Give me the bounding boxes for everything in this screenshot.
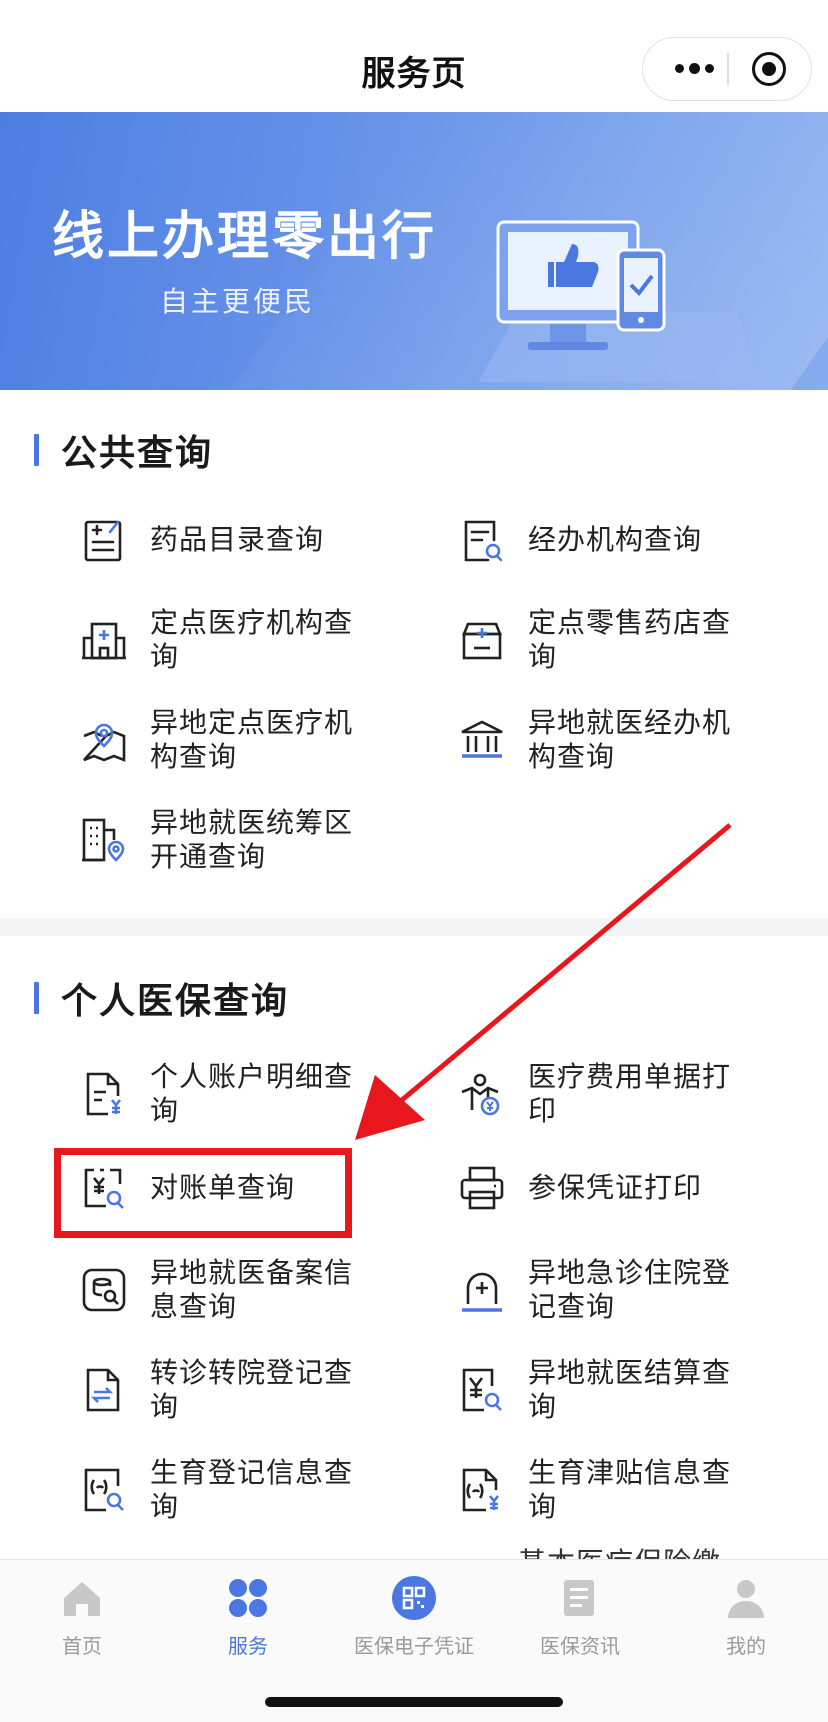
close-miniprogram-icon[interactable]	[752, 52, 786, 86]
qr-code-icon	[392, 1576, 436, 1620]
computer-thumbs-up-illustration	[478, 220, 758, 382]
tab-home[interactable]: 首页	[12, 1576, 152, 1659]
account-detail-icon	[86, 1072, 122, 1116]
red-arrow-annotation	[355, 823, 732, 1140]
agency-search-icon	[464, 520, 503, 562]
news-icon	[564, 1580, 594, 1616]
tab-service[interactable]: 服务	[178, 1576, 318, 1659]
remote-medical-record-query-item[interactable]: 异地就医备案信息查询	[80, 1256, 364, 1324]
hospital-icon	[82, 622, 126, 660]
pharmacy-icon	[462, 622, 502, 660]
maternity-registration-query-item[interactable]: 生育登记信息查询	[80, 1456, 364, 1524]
emergency-icon	[462, 1272, 502, 1312]
maternity-registration-icon	[84, 1468, 124, 1512]
section-title-public-query: 公共查询	[34, 430, 213, 474]
map-location-icon	[83, 723, 126, 762]
printer-icon	[460, 1166, 504, 1210]
remote-emergency-registration-query-item[interactable]: 异地急诊住院登记查询	[458, 1256, 742, 1324]
insurance-certificate-print-item[interactable]: 参保凭证打印	[458, 1164, 742, 1212]
remote-designated-hospital-query-item[interactable]: 异地定点医疗机构查询	[80, 706, 364, 774]
miniprogram-capsule	[642, 37, 812, 101]
user-icon	[728, 1580, 764, 1618]
drug-catalog-query-item[interactable]: 药品目录查询	[80, 516, 364, 564]
designated-pharmacy-query-item[interactable]: 定点零售药店查询	[458, 606, 742, 674]
remote-agency-query-item[interactable]: 异地就医经办机构查询	[458, 706, 742, 774]
home-indicator	[265, 1697, 563, 1707]
tab-e-certificate[interactable]: 医保电子凭证	[344, 1576, 484, 1659]
maternity-allowance-icon	[462, 1468, 500, 1512]
capsule-divider	[727, 53, 729, 85]
agency-query-item[interactable]: 经办机构查询	[458, 516, 742, 564]
settlement-icon	[462, 1368, 502, 1412]
banner-title: 线上办理零出行	[52, 207, 438, 267]
more-options-icon[interactable]	[663, 38, 725, 99]
designated-hospital-query-item[interactable]: 定点医疗机构查询	[80, 606, 364, 674]
home-icon	[64, 1582, 100, 1616]
navigation-bar: 服务页	[0, 0, 828, 112]
section-title-personal-query: 个人医保查询	[34, 978, 289, 1022]
transfer-icon	[86, 1368, 120, 1412]
account-detail-query-item[interactable]: 个人账户明细查询	[80, 1060, 364, 1128]
remote-pooling-area-query-item[interactable]: 异地就医统筹区开通查询	[80, 806, 364, 874]
institution-icon	[461, 720, 503, 758]
record-info-icon	[82, 1268, 126, 1312]
promo-banner[interactable]: 线上办理零出行 自主更便民	[0, 112, 828, 390]
red-highlight-box	[54, 1148, 352, 1238]
tab-news[interactable]: 医保资讯	[510, 1576, 650, 1659]
maternity-allowance-query-item[interactable]: 生育津贴信息查询	[458, 1456, 742, 1524]
tab-mine[interactable]: 我的	[676, 1576, 816, 1659]
drug-list-icon	[84, 520, 122, 562]
service-grid-icon	[229, 1579, 267, 1617]
building-location-icon	[82, 818, 125, 862]
banner-subtitle: 自主更便民	[160, 285, 316, 318]
referral-transfer-query-item[interactable]: 转诊转院登记查询	[80, 1356, 364, 1424]
remote-settlement-query-item[interactable]: 异地就医结算查询	[458, 1356, 742, 1424]
